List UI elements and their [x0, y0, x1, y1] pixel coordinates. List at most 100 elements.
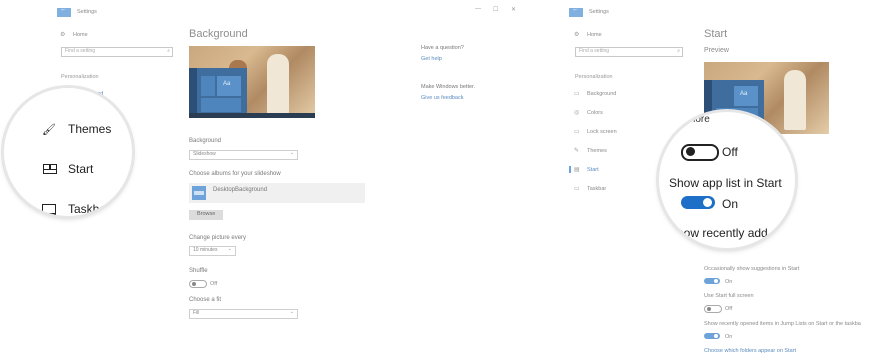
- preview-sidebar: [189, 68, 197, 118]
- nav-home[interactable]: ⚙ Home: [60, 31, 140, 40]
- search-placeholder: Find a setting: [579, 48, 610, 54]
- preview-figure: [784, 70, 806, 130]
- preview-tile: Aa: [217, 76, 241, 96]
- selection-indicator: [569, 166, 571, 173]
- get-help-link[interactable]: Get help: [421, 56, 442, 62]
- background-dropdown[interactable]: Slideshow ⌄: [189, 150, 298, 160]
- fit-label: Choose a fit: [189, 297, 222, 303]
- nav-home[interactable]: ⚙ Home: [574, 31, 654, 40]
- suggestions-label: Occasionally show suggestions in Start: [704, 266, 800, 272]
- chevron-down-icon: ⌄: [289, 309, 294, 315]
- folder-icon: [192, 186, 206, 200]
- minimize-icon[interactable]: —: [475, 6, 481, 12]
- question-heading: Have a question?: [421, 45, 464, 51]
- background-preview: Aa: [189, 46, 315, 118]
- magnifier-right: more Off Show app list in Start On Show …: [659, 112, 795, 248]
- back-arrow-icon: ←: [60, 6, 67, 13]
- preview-start-menu: Aa: [189, 68, 247, 118]
- background-label: Background: [189, 138, 222, 144]
- app-list-toggle[interactable]: [681, 196, 715, 209]
- background-value: Slideshow: [193, 151, 216, 157]
- nav-label: Lock screen: [587, 129, 617, 135]
- magnifier-toggle-off[interactable]: [681, 144, 719, 161]
- taskbar-label: Taskbar: [68, 202, 111, 216]
- album-item[interactable]: DesktopBackground: [189, 183, 365, 203]
- album-name: DesktopBackground: [213, 187, 268, 193]
- preview-label: Preview: [704, 47, 729, 54]
- search-icon: ⌕: [167, 48, 170, 54]
- suggestions-toggle[interactable]: [704, 278, 720, 284]
- browse-label: Browse: [197, 211, 216, 217]
- folders-link[interactable]: Choose which folders appear on Start: [704, 348, 796, 354]
- toggle-knob: [707, 307, 711, 311]
- shuffle-state: Off: [210, 281, 218, 287]
- nav-label: Colors: [587, 110, 603, 116]
- preview-taskbar: [189, 113, 315, 118]
- home-icon: ⚙: [60, 32, 66, 38]
- toggle-knob: [703, 198, 712, 207]
- jumplists-toggle[interactable]: [704, 333, 720, 339]
- folder-icon-inner: [194, 191, 204, 195]
- close-icon[interactable]: ✕: [511, 6, 516, 13]
- shuffle-toggle[interactable]: [189, 280, 207, 288]
- back-button[interactable]: ←: [569, 6, 583, 17]
- browse-button[interactable]: Browse: [189, 210, 223, 220]
- preview-tile-text: Aa: [223, 81, 231, 87]
- section-label: Personalization: [575, 74, 613, 80]
- back-arrow-icon: ←: [572, 6, 579, 13]
- app-list-state: On: [722, 197, 739, 211]
- lock-screen-icon: ▭: [574, 129, 580, 135]
- jumplists-state: On: [725, 334, 733, 340]
- search-input[interactable]: Find a setting ⌕: [575, 47, 683, 57]
- recently-added-label: Show recently add: [669, 226, 768, 240]
- start-icon: ▤: [574, 167, 580, 173]
- nav-label: Start: [587, 167, 599, 173]
- magnifier-toggle-off-state: Off: [722, 145, 738, 159]
- nav-taskbar[interactable]: ▭ Taskbar: [574, 185, 654, 194]
- search-placeholder: Find a setting: [65, 48, 96, 54]
- search-icon: ⌕: [677, 48, 680, 54]
- start-icon: [43, 164, 57, 174]
- fullscreen-toggle[interactable]: [704, 305, 722, 313]
- nav-label: Background: [587, 91, 617, 97]
- suggestions-state: On: [725, 279, 733, 285]
- toggle-knob: [192, 282, 196, 286]
- maximize-icon[interactable]: ☐: [493, 6, 498, 13]
- nav-label: Themes: [587, 148, 607, 154]
- window-title: Settings: [589, 9, 609, 15]
- partial-text-top: more: [687, 114, 710, 125]
- nav-background[interactable]: ▭ Background: [574, 90, 654, 99]
- nav-label: Taskbar: [587, 186, 607, 192]
- page-title: Background: [189, 28, 248, 40]
- fullscreen-label: Use Start full screen: [704, 293, 754, 299]
- nav-colors[interactable]: ◎ Colors: [574, 109, 654, 118]
- home-icon: ⚙: [574, 32, 580, 38]
- palette-icon: ◎: [574, 110, 580, 116]
- search-input[interactable]: Find a setting ⌕: [61, 47, 173, 57]
- taskbar-icon: [42, 204, 56, 216]
- nav-start[interactable]: ▤ Start: [574, 166, 654, 175]
- preview-tile-2: [201, 76, 215, 96]
- nav-home-label: Home: [587, 32, 602, 38]
- image-icon: ▭: [574, 91, 580, 97]
- recently-added-state: On: [722, 247, 738, 248]
- feedback-link[interactable]: Give us feedback: [421, 95, 464, 101]
- preview-figure: [267, 54, 289, 114]
- toggle-knob: [714, 334, 718, 338]
- left-settings-window: ← Settings ⚙ Home Find a setting ⌕ Perso…: [0, 0, 365, 358]
- fit-value: Fill: [193, 310, 200, 316]
- shuffle-label: Shuffle: [189, 268, 208, 274]
- section-label: Personalization: [61, 74, 99, 80]
- fullscreen-state: Off: [725, 306, 733, 312]
- nav-themes[interactable]: ✎ Themes: [574, 147, 654, 156]
- fit-dropdown[interactable]: Fill ⌄: [189, 309, 298, 319]
- jumplists-label: Show recently opened items in Jump Lists…: [704, 321, 861, 327]
- nav-lock-screen[interactable]: ▭ Lock screen: [574, 128, 654, 137]
- themes-label: Themes: [68, 122, 112, 136]
- start-label: Start: [68, 162, 94, 176]
- recently-added-toggle[interactable]: [681, 246, 715, 248]
- preview-tile-3: [201, 98, 241, 112]
- chevron-down-icon: ⌄: [227, 246, 232, 252]
- interval-dropdown[interactable]: 10 minutes ⌄: [189, 246, 236, 256]
- back-button[interactable]: ←: [57, 6, 71, 17]
